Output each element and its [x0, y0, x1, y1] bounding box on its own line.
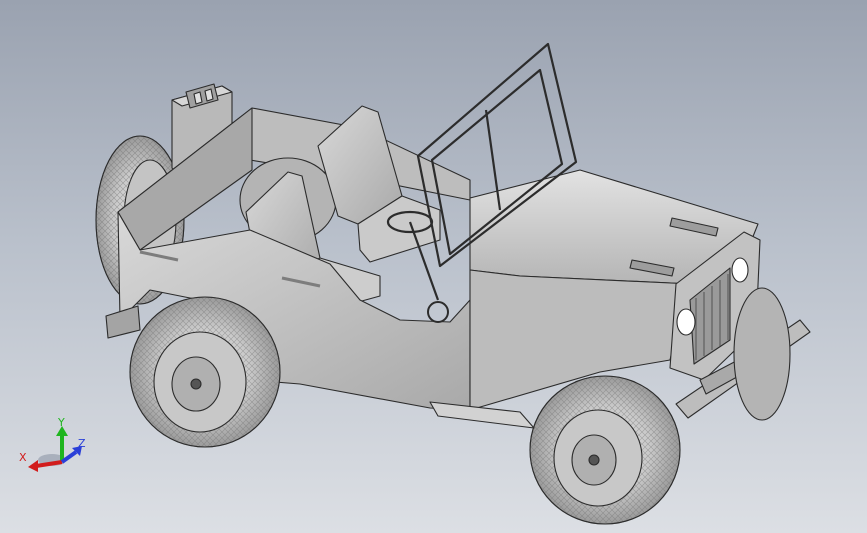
cad-viewport[interactable]: Y X Z — [0, 0, 867, 533]
axis-triad — [28, 426, 82, 472]
z-axis-label: Z — [78, 437, 86, 450]
x-axis-label: X — [19, 451, 27, 464]
y-axis-label: Y — [58, 416, 65, 429]
